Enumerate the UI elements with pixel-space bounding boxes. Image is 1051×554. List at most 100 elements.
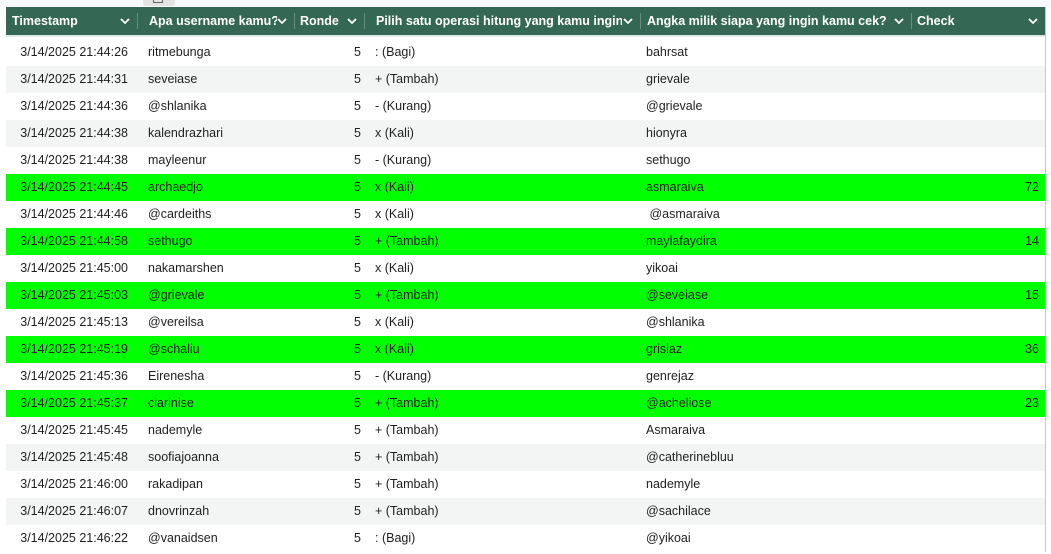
table-row[interactable]: 3/14/2025 21:44:58 sethugo 5 + (Tambah) mayl… xyxy=(6,228,1045,255)
header-ronde[interactable]: Ronde xyxy=(294,7,364,35)
check-cell[interactable] xyxy=(911,309,1045,336)
table-row[interactable]: 3/14/2025 21:44:31 seveiase 5 + (Tambah) gri… xyxy=(6,66,1045,93)
timestamp-cell[interactable]: 3/14/2025 21:46:07 xyxy=(6,498,134,525)
target-cell[interactable]: @acheliose xyxy=(641,390,911,417)
table-row[interactable]: 3/14/2025 21:46:00 rakadipan 5 + (Tambah) na… xyxy=(6,471,1045,498)
check-cell[interactable]: 15 xyxy=(911,282,1045,309)
target-cell[interactable]: hionyra xyxy=(641,120,911,147)
username-cell[interactable]: @vereilsa xyxy=(143,309,293,336)
header-timestamp[interactable]: Timestamp xyxy=(6,7,137,35)
ronde-cell[interactable]: 5 xyxy=(298,444,368,471)
timestamp-cell[interactable]: 3/14/2025 21:44:38 xyxy=(6,147,134,174)
target-cell[interactable]: @catherinebluu xyxy=(641,444,911,471)
ronde-cell[interactable]: 5 xyxy=(298,336,368,363)
username-cell[interactable]: @cardeiths xyxy=(143,201,293,228)
ronde-cell[interactable]: 5 xyxy=(298,39,368,66)
table-row[interactable]: 3/14/2025 21:44:36 @shlanika 5- (Kurang) @g… xyxy=(6,93,1045,120)
timestamp-cell[interactable]: 3/14/2025 21:44:38 xyxy=(6,120,134,147)
operasi-cell[interactable]: x (Kali) xyxy=(370,255,640,282)
ronde-cell[interactable]: 5 xyxy=(298,390,368,417)
table-row[interactable]: 3/14/2025 21:45:00 nakamarshen 5 x (Kali) yi… xyxy=(6,255,1045,282)
header-target[interactable]: Angka milik siapa yang ingin kamu cek? S… xyxy=(641,7,911,35)
header-operasi[interactable]: Pilih satu operasi hitung yang kamu ingi… xyxy=(370,7,640,35)
username-cell[interactable]: archaedjo xyxy=(143,174,293,201)
check-cell[interactable] xyxy=(911,147,1045,174)
ronde-cell[interactable]: 5 xyxy=(298,363,368,390)
chevron-down-icon[interactable] xyxy=(276,15,288,27)
table-row[interactable]: 3/14/2025 21:45:37 ciarinise 5 + (Tambah) @a… xyxy=(6,390,1045,417)
ronde-cell[interactable]: 5 xyxy=(298,417,368,444)
target-cell[interactable]: Asmaraiva xyxy=(641,417,911,444)
check-cell[interactable] xyxy=(911,66,1045,93)
chevron-down-icon[interactable] xyxy=(1027,15,1039,27)
check-cell[interactable] xyxy=(911,39,1045,66)
table-row[interactable]: 3/14/2025 21:44:26 ritmebunga 5: (Bagi) bah… xyxy=(6,39,1045,66)
table-row[interactable]: 3/14/2025 21:44:38 mayleenur 5- (Kurang) se… xyxy=(6,147,1045,174)
ronde-cell[interactable]: 5 xyxy=(298,147,368,174)
ronde-cell[interactable]: 5 xyxy=(298,66,368,93)
timestamp-cell[interactable]: 3/14/2025 21:44:31 xyxy=(6,66,134,93)
timestamp-cell[interactable]: 3/14/2025 21:46:00 xyxy=(6,471,134,498)
ronde-cell[interactable]: 5 xyxy=(298,255,368,282)
chevron-down-icon[interactable] xyxy=(893,15,905,27)
target-cell[interactable]: bahrsat xyxy=(641,39,911,66)
timestamp-cell[interactable]: 3/14/2025 21:44:58 xyxy=(6,228,134,255)
username-cell[interactable]: @shlanika xyxy=(143,93,293,120)
check-cell[interactable] xyxy=(911,363,1045,390)
target-cell[interactable]: genrejaz xyxy=(641,363,911,390)
username-cell[interactable]: Eirenesha xyxy=(143,363,293,390)
check-cell[interactable]: 14 xyxy=(911,228,1045,255)
operasi-cell[interactable]: - (Kurang) xyxy=(370,147,640,174)
username-cell[interactable]: soofiajoanna xyxy=(143,444,293,471)
username-cell[interactable]: @schaliu xyxy=(143,336,293,363)
table-row[interactable]: 3/14/2025 21:46:22 @vanaidsen 5: (Bagi) @yi… xyxy=(6,525,1045,552)
timestamp-cell[interactable]: 3/14/2025 21:44:46 xyxy=(6,201,134,228)
check-cell[interactable] xyxy=(911,498,1045,525)
operasi-cell[interactable]: x (Kali) xyxy=(370,120,640,147)
check-cell[interactable] xyxy=(911,120,1045,147)
ronde-cell[interactable]: 5 xyxy=(298,174,368,201)
username-cell[interactable]: @vanaidsen xyxy=(143,525,293,552)
table-row[interactable]: 3/14/2025 21:45:13 @vereilsa 5 x (Kali) @shl… xyxy=(6,309,1045,336)
target-cell[interactable]: yikoai xyxy=(641,255,911,282)
target-cell[interactable]: asmaraiva xyxy=(641,174,911,201)
target-cell[interactable]: @shlanika xyxy=(641,309,911,336)
operasi-cell[interactable]: x (Kali) xyxy=(370,336,640,363)
chevron-down-icon[interactable] xyxy=(119,15,131,27)
username-cell[interactable]: ciarinise xyxy=(143,390,293,417)
header-check[interactable]: Check xyxy=(911,7,1045,35)
timestamp-cell[interactable]: 3/14/2025 21:46:22 xyxy=(6,525,134,552)
timestamp-cell[interactable]: 3/14/2025 21:44:36 xyxy=(6,93,134,120)
timestamp-cell[interactable]: 3/14/2025 21:45:13 xyxy=(6,309,134,336)
ronde-cell[interactable]: 5 xyxy=(298,228,368,255)
username-cell[interactable]: seveiase xyxy=(143,66,293,93)
ronde-cell[interactable]: 5 xyxy=(298,471,368,498)
table-row[interactable]: 3/14/2025 21:45:48 soofiajoanna 5 + (Tambah… xyxy=(6,444,1045,471)
operasi-cell[interactable]: + (Tambah) xyxy=(370,417,640,444)
operasi-cell[interactable]: + (Tambah) xyxy=(370,498,640,525)
operasi-cell[interactable]: x (Kali) xyxy=(370,174,640,201)
check-cell[interactable]: 72 xyxy=(911,174,1045,201)
table-row[interactable]: 3/14/2025 21:45:03 @grievale 5 + (Tambah) @s… xyxy=(6,282,1045,309)
operasi-cell[interactable]: + (Tambah) xyxy=(370,471,640,498)
target-cell[interactable]: @asmaraiva xyxy=(641,201,911,228)
timestamp-cell[interactable]: 3/14/2025 21:44:26 xyxy=(6,39,134,66)
check-cell[interactable] xyxy=(911,255,1045,282)
target-cell[interactable]: @seveiase xyxy=(641,282,911,309)
table-row[interactable]: 3/14/2025 21:45:45 nademyle 5 + (Tambah) Asm… xyxy=(6,417,1045,444)
ronde-cell[interactable]: 5 xyxy=(298,498,368,525)
timestamp-cell[interactable]: 3/14/2025 21:45:03 xyxy=(6,282,134,309)
username-cell[interactable]: nakamarshen xyxy=(143,255,293,282)
target-cell[interactable]: nademyle xyxy=(641,471,911,498)
table-row[interactable]: 3/14/2025 21:46:07 dnovrinzah 5 + (Tambah) @… xyxy=(6,498,1045,525)
operasi-cell[interactable]: + (Tambah) xyxy=(370,282,640,309)
target-cell[interactable]: @sachilace xyxy=(641,498,911,525)
operasi-cell[interactable]: + (Tambah) xyxy=(370,390,640,417)
timestamp-cell[interactable]: 3/14/2025 21:45:45 xyxy=(6,417,134,444)
target-cell[interactable]: @grievale xyxy=(641,93,911,120)
username-cell[interactable]: nademyle xyxy=(143,417,293,444)
operasi-cell[interactable]: x (Kali) xyxy=(370,309,640,336)
chevron-down-icon[interactable] xyxy=(622,15,634,27)
target-cell[interactable]: @yikoai xyxy=(641,525,911,552)
username-cell[interactable]: kalendrazhari xyxy=(143,120,293,147)
